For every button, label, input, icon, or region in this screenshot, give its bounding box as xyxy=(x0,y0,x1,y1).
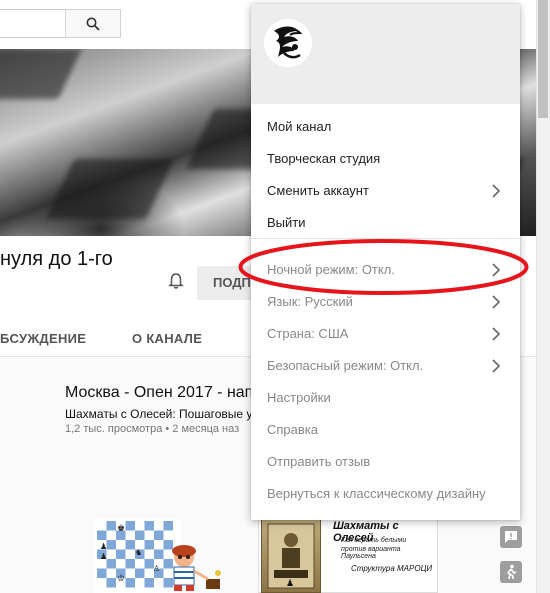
book-thumbnail[interactable]: ♟ Шахматы с Олесей Как играть белыми про… xyxy=(258,515,438,593)
menu-item-label: Язык: Русский xyxy=(267,294,353,309)
video-meta: 1,2 тыс. просмотра • 2 месяца наз xyxy=(65,423,240,435)
channel-title: нуля до 1-го xyxy=(0,248,113,270)
scrollbar-thumb[interactable] xyxy=(538,0,548,118)
exit-icon xyxy=(506,564,517,580)
menu-item-label: Творческая студия xyxy=(267,151,381,166)
chessboard-square xyxy=(106,578,116,588)
chessboard-square xyxy=(106,540,116,550)
chessboard-square xyxy=(106,530,116,540)
menu-item[interactable]: Творческая студия xyxy=(251,143,520,175)
chessboard-square xyxy=(116,540,126,550)
chessboard-square xyxy=(135,568,145,578)
chessboard-square xyxy=(125,540,135,550)
chessboard-square xyxy=(163,530,173,540)
svg-text:♔: ♔ xyxy=(117,573,125,583)
chessboard-square xyxy=(154,530,164,540)
svg-text:♟: ♟ xyxy=(100,552,107,561)
menu-item[interactable]: Вернуться к классическому дизайну xyxy=(251,478,520,510)
menu-item[interactable]: Отправить отзыв xyxy=(251,446,520,478)
menu-item-label: Мой канал xyxy=(267,119,332,134)
svg-text:♚: ♚ xyxy=(117,523,125,533)
chessboard-square xyxy=(116,549,126,559)
chessboard-square xyxy=(144,540,154,550)
menu-item[interactable]: Безопасный режим: Откл. xyxy=(251,350,520,382)
chessboard-square xyxy=(163,521,173,531)
exit-button[interactable] xyxy=(500,561,522,583)
menu-divider xyxy=(251,238,520,239)
chessboard-square xyxy=(125,521,135,531)
chessboard-square xyxy=(106,568,116,578)
chessboard-square xyxy=(125,549,135,559)
chessboard-square xyxy=(135,521,145,531)
chessboard-square xyxy=(97,530,107,540)
chessboard-square xyxy=(135,530,145,540)
menu-item-label: Отправить отзыв xyxy=(267,454,371,469)
thumbnail-structure: Структура МАРОЦИ xyxy=(351,564,433,573)
menu-item[interactable]: Справка xyxy=(251,414,520,446)
chessboard-square xyxy=(116,559,126,569)
chessboard-square xyxy=(144,530,154,540)
book-cover-image: ♟ xyxy=(261,519,321,593)
chessboard-square xyxy=(106,549,116,559)
video-title[interactable]: Москва - Опен 2017 - нап xyxy=(65,384,253,402)
menu-item[interactable]: Настройки xyxy=(251,382,520,414)
menu-item-label: Страна: США xyxy=(267,326,349,341)
chessboard-square xyxy=(135,559,145,569)
chessboard-square xyxy=(144,578,154,588)
account-header xyxy=(251,4,520,104)
search-icon xyxy=(86,17,100,31)
chevron-right-icon xyxy=(492,263,501,277)
menu-item-label: Безопасный режим: Откл. xyxy=(267,358,424,373)
chevron-right-icon xyxy=(492,295,501,309)
account-menu: Мой канал Творческая студия Сменить аккаун… xyxy=(251,4,520,520)
chessboard-square xyxy=(144,521,154,531)
video-channel[interactable]: Шахматы с Олесей: Пошаговые ур xyxy=(65,407,259,421)
menu-item[interactable]: Выйти xyxy=(251,207,520,239)
svg-text:♟: ♟ xyxy=(286,578,294,588)
chessboard-square xyxy=(125,530,135,540)
menu-item[interactable]: Страна: США xyxy=(251,318,520,350)
menu-item-label: Сменить аккаунт xyxy=(267,183,369,198)
tab-discussion[interactable]: БСУЖДЕНИЕ xyxy=(0,331,86,346)
thumbnail-subtitle-2: против варианта Паульсена xyxy=(341,546,401,560)
feedback-button[interactable] xyxy=(500,526,522,548)
svg-text:♞: ♞ xyxy=(135,548,142,557)
chevron-right-icon xyxy=(492,327,501,341)
menu-item[interactable]: Язык: Русский xyxy=(251,286,520,318)
chevron-right-icon xyxy=(492,184,501,198)
tab-about[interactable]: О КАНАЛЕ xyxy=(132,331,202,346)
cartoon-character-image xyxy=(172,545,221,591)
avatar[interactable] xyxy=(264,19,312,67)
chessboard-square xyxy=(135,578,145,588)
bell-icon[interactable] xyxy=(166,271,186,291)
menu-item-label: Вернуться к классическому дизайну xyxy=(267,486,486,501)
chessboard-square xyxy=(97,578,107,588)
chessboard-square xyxy=(154,521,164,531)
menu-item[interactable]: Сменить аккаунт xyxy=(251,175,520,207)
chessboard-square xyxy=(97,568,107,578)
svg-text:♟: ♟ xyxy=(100,542,107,551)
search-button[interactable] xyxy=(65,9,121,38)
menu-item-label: Выйти xyxy=(267,215,306,230)
chessboard-square xyxy=(125,568,135,578)
feedback-icon xyxy=(505,531,517,543)
chessboard-square xyxy=(125,578,135,588)
chessboard-square xyxy=(106,559,116,569)
menu-item[interactable]: Ночной режим: Откл. xyxy=(251,254,520,286)
menu-item[interactable]: Мой канал xyxy=(251,111,520,143)
menu-item-label: Справка xyxy=(267,422,318,437)
chessboard-square xyxy=(106,521,116,531)
menu-item-label: Настройки xyxy=(267,390,331,405)
thumbnail-subtitle: Как играть белыми xyxy=(341,537,407,544)
chessboard-square xyxy=(144,549,154,559)
menu-item-label: Ночной режим: Откл. xyxy=(267,262,395,277)
search-input[interactable] xyxy=(0,9,66,38)
chevron-right-icon xyxy=(492,359,501,373)
chessboard-square xyxy=(97,521,107,531)
chessboard-square xyxy=(125,559,135,569)
